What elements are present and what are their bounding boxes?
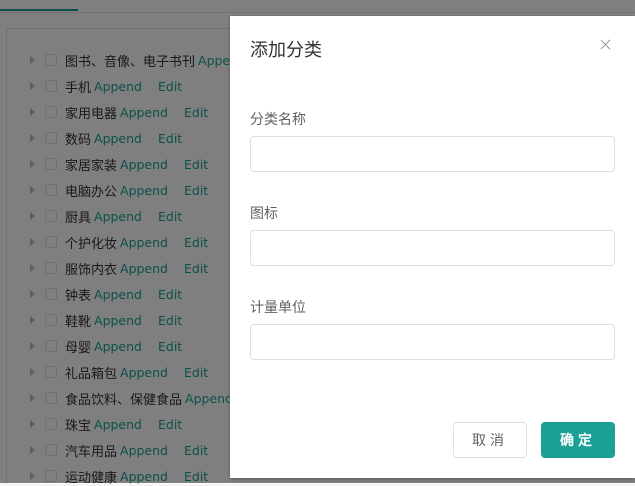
category-name-input[interactable] xyxy=(250,136,615,172)
icon-label: 图标 xyxy=(250,206,278,222)
dialog-title: 添加分类 xyxy=(250,40,322,61)
unit-input[interactable] xyxy=(250,324,615,360)
confirm-button[interactable]: 确定 xyxy=(541,422,615,458)
category-name-label: 分类名称 xyxy=(250,112,306,128)
close-icon[interactable] xyxy=(598,37,614,53)
unit-label: 计量单位 xyxy=(250,300,306,316)
icon-input[interactable] xyxy=(250,230,615,266)
cancel-button[interactable]: 取消 xyxy=(453,422,527,458)
add-category-dialog: 添加分类 分类名称 图标 计量单位 取消 确定 xyxy=(230,16,635,478)
